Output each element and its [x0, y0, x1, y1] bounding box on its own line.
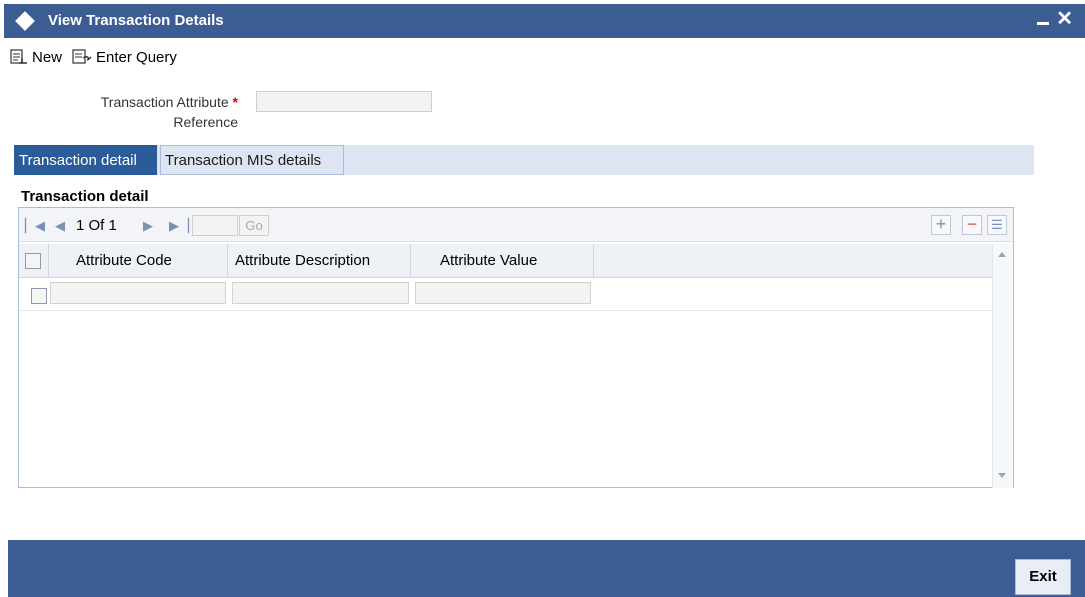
new-label: New	[32, 48, 63, 66]
previous-page-icon[interactable]: ◀	[55, 218, 65, 234]
table-header: Attribute Code Attribute Description Att…	[19, 244, 993, 278]
toolbar: New Enter Query	[10, 44, 177, 70]
go-button[interactable]: Go	[239, 215, 269, 236]
column-header-attribute-description[interactable]: Attribute Description	[228, 244, 411, 278]
select-all-checkbox[interactable]	[25, 253, 41, 269]
transaction-detail-grid: ▏◀ ◀ 1 Of 1 ▶ ▶▕ Go + − ☰ Attribute Code…	[18, 207, 1014, 488]
window-title: View Transaction Details	[48, 12, 224, 29]
scroll-up-icon[interactable]	[998, 252, 1006, 257]
enter-query-icon	[72, 49, 92, 64]
close-icon[interactable]: ✕	[1056, 8, 1073, 30]
tab-bar: Transaction detail Transaction MIS detai…	[14, 145, 1034, 175]
vertical-scrollbar[interactable]	[992, 244, 1013, 488]
tab-transaction-mis-details[interactable]: Transaction MIS details	[160, 145, 344, 175]
window-title-bar: View Transaction Details ✕	[4, 4, 1085, 38]
enter-query-button[interactable]: Enter Query	[72, 49, 177, 66]
header-checkbox-cell	[19, 244, 49, 278]
attribute-value-input[interactable]	[415, 282, 591, 304]
last-page-icon[interactable]: ▶▕	[169, 218, 189, 234]
row-checkbox[interactable]	[31, 288, 47, 304]
new-icon	[10, 49, 27, 64]
grid-navigation-bar: ▏◀ ◀ 1 Of 1 ▶ ▶▕ Go + − ☰	[19, 208, 1013, 242]
attribute-code-input[interactable]	[50, 282, 226, 304]
page-indicator: 1 Of 1	[76, 217, 117, 234]
first-page-icon[interactable]: ▏◀	[25, 218, 45, 234]
reference-label: Transaction Attribute * Reference	[60, 92, 238, 132]
add-row-icon[interactable]: +	[931, 215, 951, 235]
column-header-attribute-code[interactable]: Attribute Code	[49, 244, 228, 278]
reference-label-line2: Reference	[173, 114, 238, 130]
column-header-attribute-value[interactable]: Attribute Value	[411, 244, 594, 278]
single-view-icon[interactable]: ☰	[987, 215, 1007, 235]
tab-transaction-detail[interactable]: Transaction detail	[14, 145, 157, 175]
new-button[interactable]: New	[10, 49, 62, 66]
minimize-icon[interactable]	[1037, 22, 1049, 25]
goto-page-input[interactable]	[192, 215, 238, 236]
delete-row-icon[interactable]: −	[962, 215, 982, 235]
footer-bar: Exit	[8, 540, 1085, 597]
section-title: Transaction detail	[21, 188, 149, 205]
diamond-icon	[15, 11, 35, 31]
transaction-attribute-reference-input[interactable]	[256, 91, 432, 112]
scroll-down-icon[interactable]	[998, 473, 1006, 478]
enter-query-label: Enter Query	[96, 48, 177, 66]
exit-button[interactable]: Exit	[1015, 559, 1071, 595]
attribute-description-input[interactable]	[232, 282, 409, 304]
table-row	[19, 279, 993, 311]
reference-label-line1: Transaction Attribute	[100, 94, 229, 110]
next-page-icon[interactable]: ▶	[143, 218, 153, 234]
required-mark: *	[232, 94, 238, 110]
